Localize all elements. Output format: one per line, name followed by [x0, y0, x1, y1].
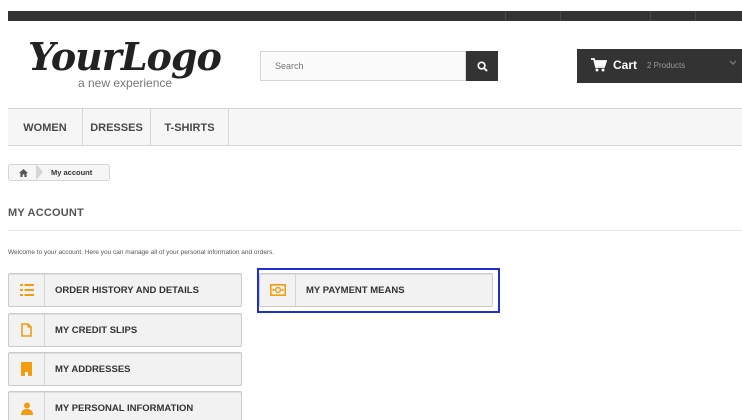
top-bar-divider	[560, 11, 561, 21]
home-icon	[18, 168, 28, 177]
menu-item-tshirts[interactable]: T-SHIRTS	[151, 109, 229, 146]
welcome-text: Welcome to your account. Here you can ma…	[8, 249, 275, 256]
search-icon	[476, 60, 488, 72]
breadcrumb-separator	[36, 164, 43, 180]
cart-count: 2 Products	[647, 61, 686, 70]
addresses-button[interactable]: MY ADDRESSES	[8, 352, 242, 386]
credit-slips-label: MY CREDIT SLIPS	[55, 325, 138, 336]
personal-info-label: MY PERSONAL INFORMATION	[55, 403, 194, 414]
menu-item-women[interactable]: WOMEN	[8, 109, 83, 146]
user-icon	[9, 392, 45, 420]
search-input[interactable]	[260, 51, 466, 81]
breadcrumb-home[interactable]	[9, 165, 37, 180]
order-history-button[interactable]: ORDER HISTORY AND DETAILS	[8, 273, 242, 307]
title-divider	[8, 230, 742, 231]
cart-icon	[591, 58, 607, 72]
page-title: MY ACCOUNT	[8, 207, 84, 219]
search-button[interactable]	[466, 51, 498, 81]
top-bar	[0, 0, 742, 22]
logo-text: YourLogo	[28, 34, 222, 79]
list-icon	[9, 274, 45, 306]
search-bar	[260, 51, 498, 81]
cart-button[interactable]: Cart 2 Products	[577, 49, 742, 83]
order-history-label: ORDER HISTORY AND DETAILS	[55, 285, 199, 296]
logo-tagline: a new experience	[78, 76, 173, 90]
selection-highlight	[257, 268, 500, 313]
file-icon	[9, 314, 45, 346]
addresses-label: MY ADDRESSES	[55, 364, 131, 375]
breadcrumb-current: My account	[51, 168, 93, 177]
credit-slips-button[interactable]: MY CREDIT SLIPS	[8, 313, 242, 347]
breadcrumb: My account	[8, 164, 110, 181]
top-bar-strip	[8, 11, 742, 21]
building-icon	[9, 353, 45, 385]
top-bar-divider	[650, 11, 651, 21]
menu-item-dresses[interactable]: DRESSES	[83, 109, 151, 146]
site-logo[interactable]: YourLogo a new experience	[28, 34, 222, 94]
top-bar-divider	[695, 11, 696, 21]
cart-label: Cart	[613, 58, 638, 72]
personal-info-button[interactable]: MY PERSONAL INFORMATION	[8, 391, 242, 420]
main-menu: WOMEN DRESSES T-SHIRTS	[8, 108, 742, 146]
top-bar-divider	[505, 11, 506, 21]
chevron-down-icon	[729, 60, 737, 65]
